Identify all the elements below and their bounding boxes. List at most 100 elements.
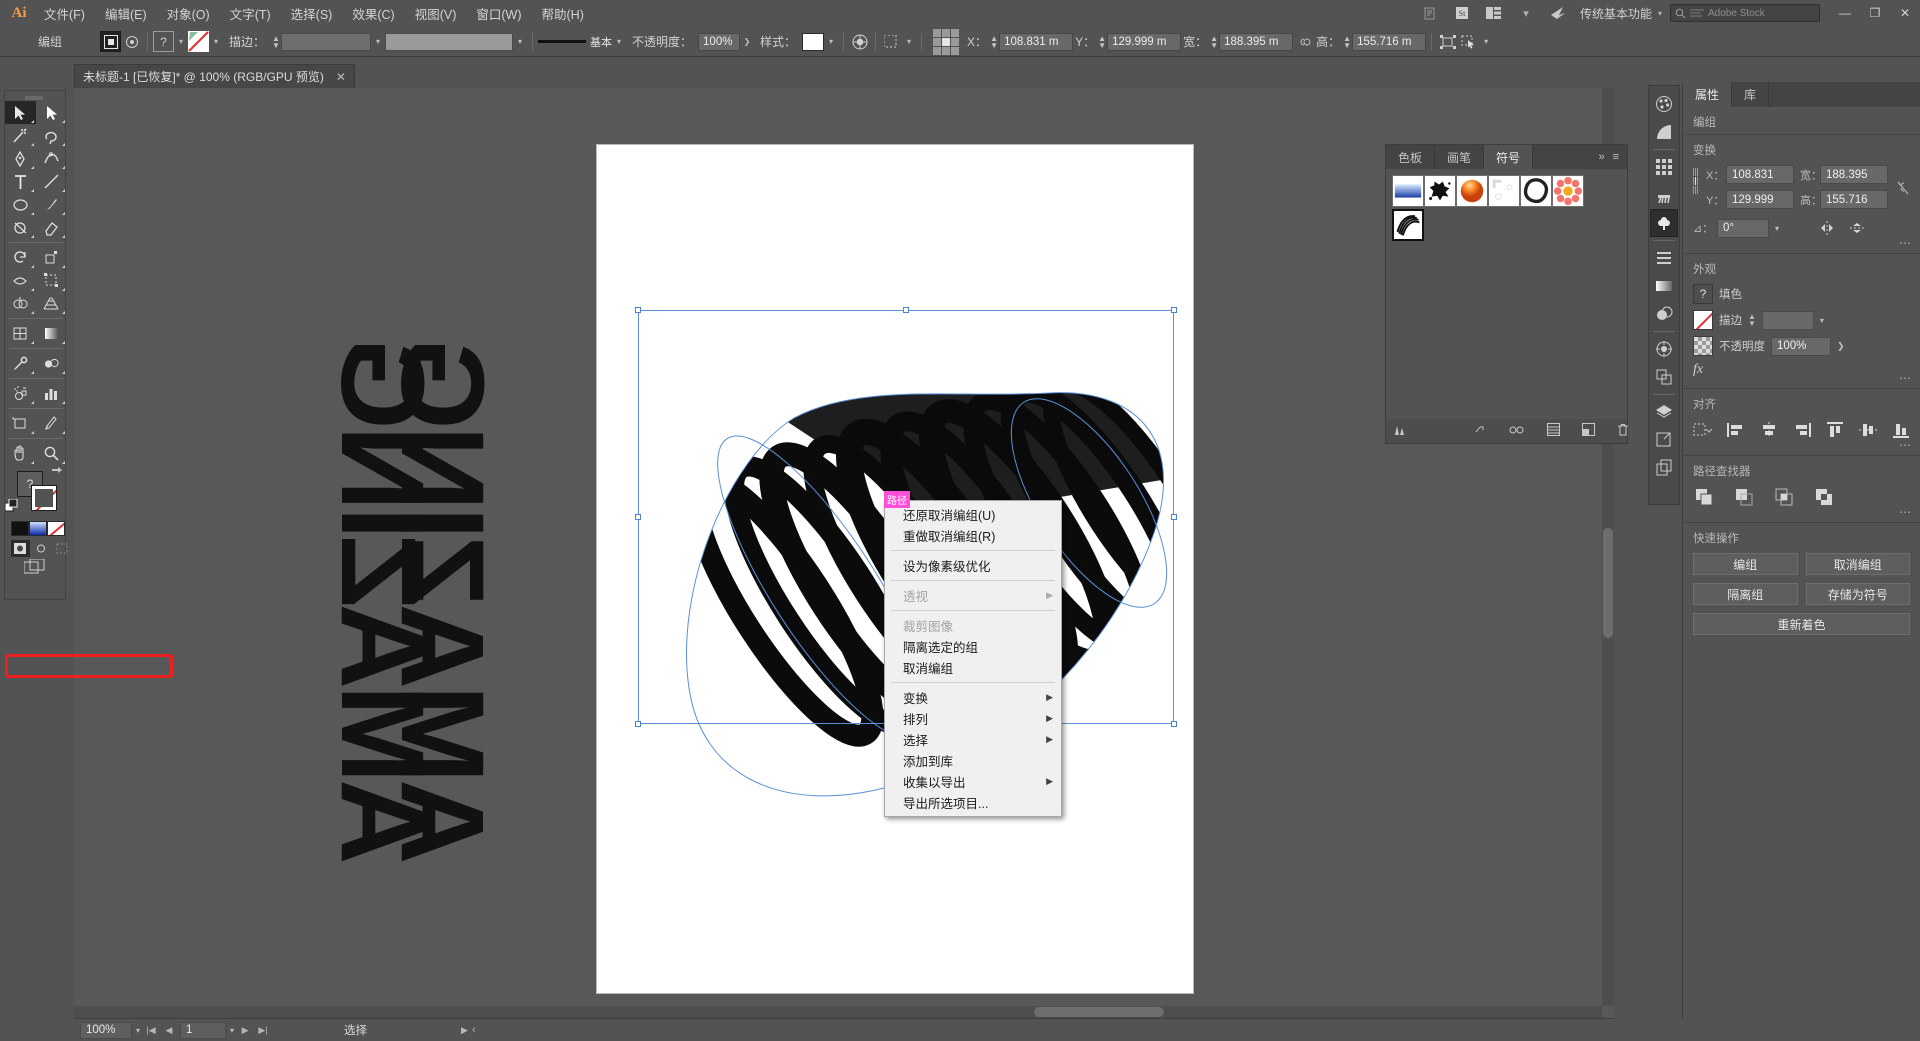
canvas-area[interactable]: AMAZING AMAZING: [74, 88, 1614, 1018]
symbols-tab-符号[interactable]: 符号: [1484, 145, 1533, 169]
symbol-ink-splat[interactable]: [1424, 175, 1456, 207]
opacity-expand-icon[interactable]: ❯: [740, 37, 754, 46]
context-menu-item-导出所选项目[interactable]: 导出所选项目...: [885, 792, 1061, 813]
lasso-tool[interactable]: [36, 124, 67, 147]
close-icon[interactable]: ✕: [336, 70, 346, 84]
toolbar-stroke-swatch[interactable]: [31, 485, 57, 511]
properties-reference-point[interactable]: [1693, 168, 1698, 194]
pathfinder-exclude-icon[interactable]: [1813, 486, 1837, 508]
angle-chevron-down-icon[interactable]: ▾: [1775, 224, 1779, 233]
stroke-profile-chevron-down-icon[interactable]: ▾: [513, 37, 527, 46]
last-artboard-button[interactable]: ▶|: [256, 1022, 270, 1039]
stroke-weight-field[interactable]: [281, 33, 371, 51]
flip-horizontal-icon[interactable]: [1815, 217, 1839, 239]
stroke-style-chevron-down-icon[interactable]: ▾: [612, 37, 626, 46]
symbol-list-icon[interactable]: [1547, 423, 1560, 439]
menu-2[interactable]: 编辑(E): [95, 0, 157, 27]
stock-st-icon[interactable]: St: [1449, 3, 1475, 23]
control-y-field[interactable]: 129.999 m: [1107, 33, 1181, 51]
curvature-tool[interactable]: [36, 147, 67, 170]
selection-tool[interactable]: [5, 101, 36, 124]
tools-panel-grip[interactable]: [5, 91, 65, 101]
selection-handle[interactable]: [1171, 514, 1177, 520]
graphic-style-swatch[interactable]: [802, 33, 824, 51]
shaper-tool[interactable]: [5, 216, 36, 239]
pathfinder-more-options[interactable]: ⋯: [1899, 505, 1912, 519]
select-chevron-down-icon[interactable]: ▾: [1479, 37, 1493, 46]
appearance-opacity-field[interactable]: 100%: [1771, 337, 1831, 356]
h-stepper[interactable]: ▲▼: [1342, 35, 1352, 49]
prop-x-field[interactable]: 108.831: [1726, 165, 1794, 184]
select-menu-icon[interactable]: [1458, 31, 1479, 52]
align-center-vertical-icon[interactable]: [1858, 419, 1877, 441]
magic-wand-tool[interactable]: [5, 124, 36, 147]
document-icon[interactable]: [1417, 3, 1443, 23]
control-w-field[interactable]: 188.395 m: [1219, 33, 1293, 51]
shape-builder-tool[interactable]: [5, 292, 36, 315]
menu-1[interactable]: 文件(F): [34, 0, 95, 27]
appearance-fill-swatch[interactable]: ?: [1693, 284, 1713, 304]
align-options-button[interactable]: [881, 31, 902, 52]
bridge-icon[interactable]: [1545, 3, 1571, 23]
delete-symbol-icon[interactable]: [1617, 423, 1629, 439]
stroke-chevron-down-icon[interactable]: ▾: [209, 37, 223, 46]
symbol-light-corner[interactable]: [1488, 175, 1520, 207]
stroke-color-swatch[interactable]: [188, 31, 209, 52]
x-stepper[interactable]: ▲▼: [989, 35, 999, 49]
quick-action-隔离组[interactable]: 隔离组: [1693, 583, 1798, 605]
stroke-weight-chevron-down-icon[interactable]: ▾: [371, 37, 385, 46]
direct-selection-tool[interactable]: [36, 101, 67, 124]
prop-h-field[interactable]: 155.716: [1820, 190, 1888, 209]
fill-color-swatch[interactable]: ?: [153, 31, 174, 52]
stroke-preview[interactable]: 基本: [538, 33, 612, 51]
context-menu-item-变换[interactable]: 变换▶: [885, 687, 1061, 708]
fill-chevron-down-icon[interactable]: ▾: [174, 37, 188, 46]
arrange-chevron-down-icon[interactable]: ▾: [1513, 3, 1539, 23]
context-menu-item-添加到库[interactable]: 添加到库: [885, 750, 1061, 771]
symbol-options-icon[interactable]: [1509, 425, 1525, 438]
transparency-panel-icon[interactable]: [1650, 335, 1678, 363]
symbol-red-flower[interactable]: [1552, 175, 1584, 207]
symbols-tab-画笔[interactable]: 画笔: [1435, 145, 1484, 169]
prop-y-field[interactable]: 129.999: [1726, 190, 1794, 209]
next-artboard-button[interactable]: ▶: [238, 1022, 252, 1039]
type-tool[interactable]: [5, 170, 36, 193]
workspace-switcher-label[interactable]: 传统基本功能: [1574, 2, 1658, 25]
previous-artboard-button[interactable]: ◀: [162, 1022, 176, 1039]
align-right-icon[interactable]: [1793, 419, 1812, 441]
pen-tool[interactable]: [5, 147, 36, 170]
artboards-panel-icon[interactable]: [1650, 426, 1678, 454]
selection-handle[interactable]: [1171, 721, 1177, 727]
width-tool[interactable]: [5, 269, 36, 292]
transform-more-options[interactable]: ⋯: [1899, 236, 1912, 250]
quick-action-重新着色[interactable]: 重新着色: [1693, 613, 1910, 635]
symbols-panel-icon[interactable]: [1650, 209, 1678, 237]
hand-tool[interactable]: [5, 442, 36, 465]
pathfinder-intersect-icon[interactable]: [1773, 486, 1797, 508]
select-similar-objects-button[interactable]: [121, 31, 142, 52]
appearance-stroke-weight-field[interactable]: [1762, 311, 1814, 330]
transform-options-icon[interactable]: [1437, 31, 1458, 52]
context-menu-item-重做取消编组R[interactable]: 重做取消编组(R): [885, 525, 1061, 546]
window-close-button[interactable]: ✕: [1890, 0, 1920, 26]
brushes-panel-icon[interactable]: [1650, 181, 1678, 209]
menu-7[interactable]: 视图(V): [405, 0, 467, 27]
selection-handle[interactable]: [635, 307, 641, 313]
screen-mode-button[interactable]: [5, 559, 65, 575]
symbol-orange-sphere[interactable]: [1456, 175, 1488, 207]
context-menu-item-选择[interactable]: 选择▶: [885, 729, 1061, 750]
prop-w-field[interactable]: 188.395: [1820, 165, 1888, 184]
workspace-chevron-down-icon[interactable]: ▾: [1658, 9, 1662, 18]
blend-tool[interactable]: [36, 352, 67, 375]
align-more-options[interactable]: ⋯: [1899, 438, 1912, 452]
stroke-weight-chevron-icon[interactable]: ▾: [1820, 316, 1824, 325]
draw-behind-button[interactable]: [32, 540, 51, 557]
appearance-stroke-swatch[interactable]: [1693, 310, 1713, 330]
canvas-horizontal-scrollbar[interactable]: [74, 1006, 1602, 1018]
horizontal-scroll-thumb[interactable]: [1034, 1007, 1164, 1017]
opacity-checker-swatch[interactable]: [1693, 336, 1713, 356]
zoom-chevron-down-icon[interactable]: ▾: [136, 1026, 140, 1035]
align-center-horizontal-icon[interactable]: [1760, 419, 1779, 441]
arrange-documents-icon[interactable]: [1481, 3, 1507, 23]
color-mode-color-button[interactable]: [11, 521, 29, 536]
